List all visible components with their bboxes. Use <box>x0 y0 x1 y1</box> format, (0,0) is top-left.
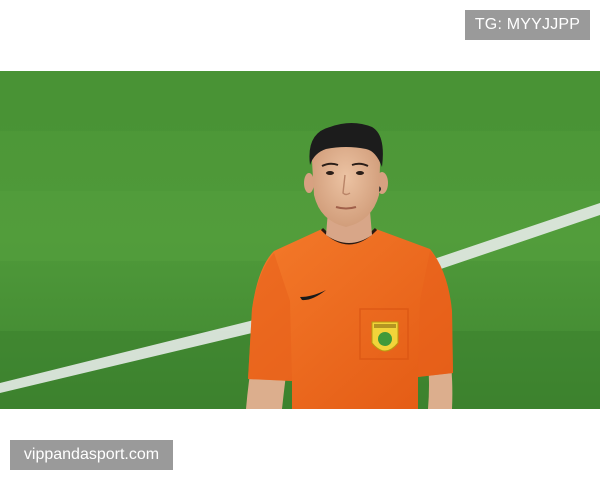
referee-photo <box>0 71 600 409</box>
left-ear <box>304 173 314 193</box>
left-eye <box>326 171 334 175</box>
telegram-watermark: TG: MYYJJPP <box>465 10 590 40</box>
right-eye <box>356 171 364 175</box>
referee-badge <box>371 321 399 352</box>
screenshot-canvas: TG: MYYJJPP vippandasport.com <box>0 0 600 480</box>
site-watermark: vippandasport.com <box>10 440 173 470</box>
